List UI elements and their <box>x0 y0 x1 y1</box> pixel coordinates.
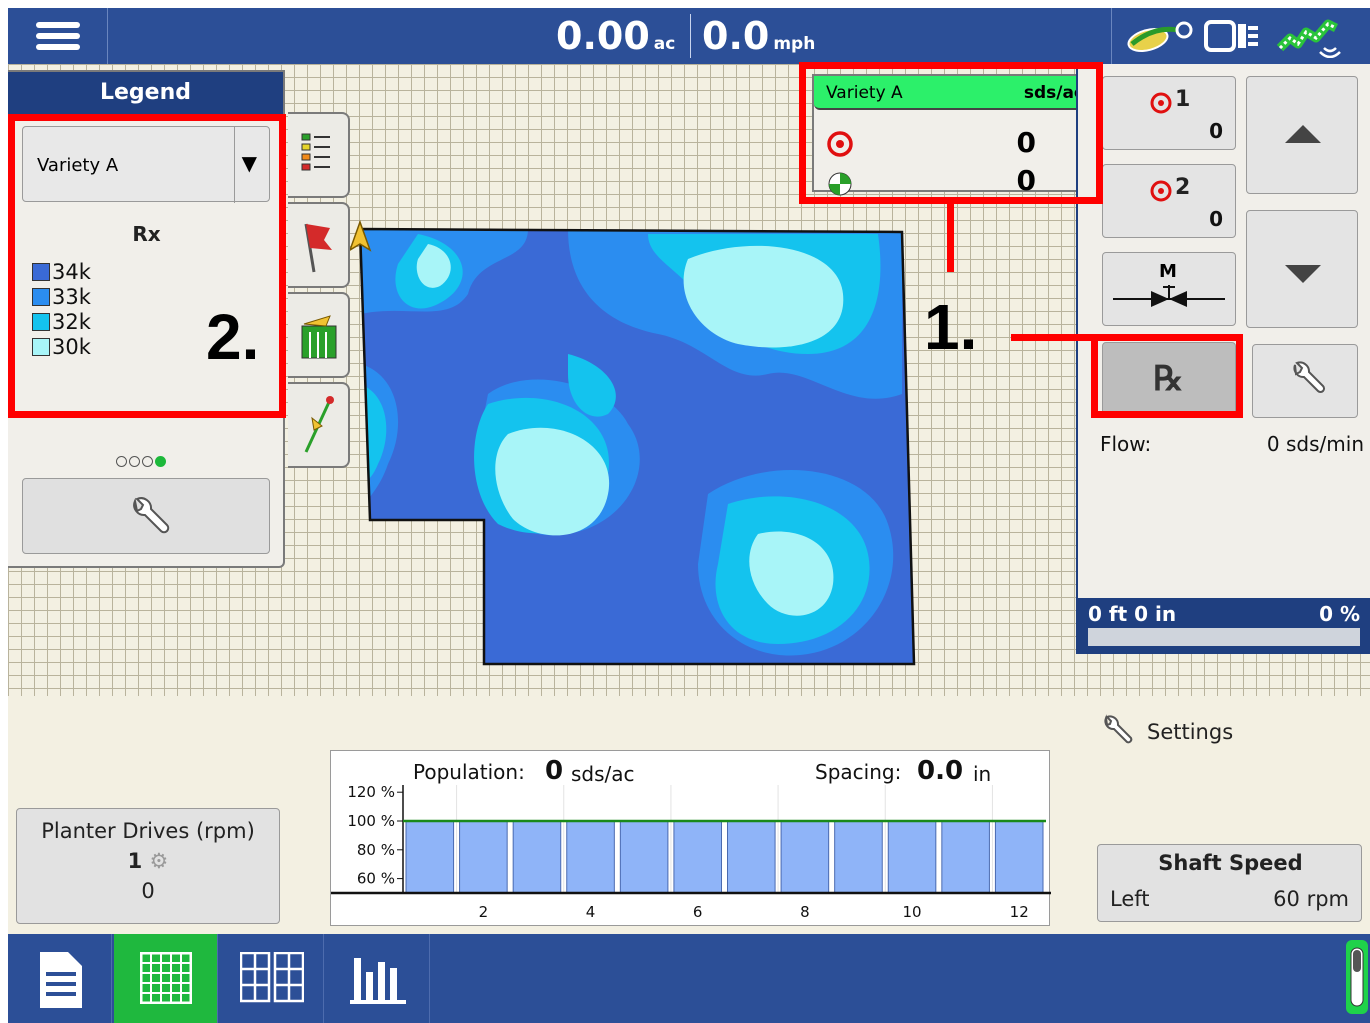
legend-title: Legend <box>8 72 283 114</box>
guidance-line-icon <box>304 396 334 453</box>
y-tick-label: 80 % <box>357 841 395 859</box>
flow-label: Flow: <box>1100 432 1152 456</box>
wrench-icon <box>1293 361 1326 394</box>
flow-value: 0 sds/min <box>1266 432 1364 456</box>
valve-icon <box>1113 285 1225 307</box>
top-bar: 0.00 ac 0.0 mph <box>8 8 1370 64</box>
map-layer-icon <box>301 315 337 359</box>
population-bar <box>941 820 990 894</box>
rate-up-button[interactable] <box>1246 76 1358 194</box>
distance-progress: 0 ft 0 in 0 % <box>1078 598 1370 654</box>
x-tick-label: 10 <box>902 903 921 921</box>
wrench-icon <box>133 497 170 534</box>
y-tick-label: 100 % <box>347 812 395 830</box>
y-tick-label: 60 % <box>357 870 395 888</box>
population-bar <box>459 820 508 894</box>
split-grid-icon <box>240 952 304 1003</box>
nav-chart-tab[interactable] <box>326 934 430 1023</box>
hamburger-menu-button[interactable] <box>8 8 108 64</box>
gear-icon: ⚙ <box>149 849 169 873</box>
area-readout: 0.00 ac <box>556 14 676 58</box>
arrow-down-icon <box>1285 265 1321 283</box>
grid-map-icon <box>140 952 192 1004</box>
target-rate-icon <box>1150 180 1172 202</box>
annotation-box-1b <box>1091 334 1243 418</box>
shaft-speed-button[interactable]: Shaft Speed Left 60 rpm <box>1097 844 1362 922</box>
speed-readout: 0.0 mph <box>702 14 816 58</box>
population-bar-chart: Population: 0 sds/ac Spacing: 0.0 in 120… <box>331 756 1051 921</box>
tab-guidance[interactable] <box>288 382 350 468</box>
population-bar <box>727 820 776 894</box>
population-bar <box>566 820 615 894</box>
engage-toggle[interactable] <box>1346 940 1368 1014</box>
population-bar <box>887 820 937 894</box>
population-label: Population: <box>413 760 525 784</box>
population-chart[interactable]: Population: 0 sds/ac Spacing: 0.0 in 120… <box>330 750 1051 926</box>
x-tick-label: 6 <box>693 903 703 921</box>
annotation-number-2: 2. <box>206 301 260 373</box>
gps-logo-icon[interactable] <box>1124 20 1196 54</box>
population-bar <box>673 820 722 894</box>
spacing-unit: in <box>973 762 991 786</box>
flag-icon <box>304 223 332 273</box>
population-unit: sds/ac <box>571 762 635 786</box>
spacing-label: Spacing: <box>815 760 901 784</box>
population-bar <box>619 820 669 894</box>
planter-drives-button[interactable]: Planter Drives (rpm) 1 ⚙ 0 <box>16 808 280 924</box>
nav-split-map-tab[interactable] <box>220 934 324 1023</box>
population-bar <box>994 820 1044 894</box>
product-settings-button[interactable] <box>1252 344 1358 418</box>
population-bar <box>780 820 830 894</box>
wrench-icon <box>1104 714 1133 744</box>
population-value: 0 <box>545 756 563 786</box>
legend-settings-button[interactable] <box>22 478 270 554</box>
arrow-up-icon <box>1285 125 1321 143</box>
annotation-box-1a <box>799 62 1103 204</box>
annotation-number-1: 1. <box>924 291 978 363</box>
satellite-signal-icon[interactable] <box>1276 14 1352 58</box>
settings-label[interactable]: Settings <box>1147 720 1233 744</box>
progress-track <box>1088 628 1360 646</box>
section-1-button[interactable]: 1 0 <box>1102 76 1236 150</box>
x-tick-label: 8 <box>800 903 810 921</box>
x-tick-label: 12 <box>1010 903 1029 921</box>
manual-valve-button[interactable]: M <box>1102 252 1236 326</box>
implement-status-icon[interactable] <box>1204 18 1260 54</box>
tab-map-layers[interactable] <box>288 292 350 378</box>
spacing-value: 0.0 <box>917 756 963 786</box>
rate-down-button[interactable] <box>1246 210 1358 328</box>
page-indicator[interactable] <box>116 452 168 471</box>
population-bar <box>512 820 562 894</box>
tab-legend[interactable] <box>288 112 350 198</box>
bar-chart-icon <box>350 958 406 1004</box>
nav-map-tab[interactable] <box>114 934 218 1023</box>
population-bar <box>405 820 455 894</box>
x-tick-label: 2 <box>479 903 489 921</box>
target-rate-icon <box>1150 92 1172 114</box>
nav-summary-tab[interactable] <box>8 934 112 1023</box>
toggle-switch-icon <box>1350 947 1364 1007</box>
menu-icon <box>36 22 80 28</box>
x-tick-label: 4 <box>586 903 596 921</box>
population-bar <box>834 820 883 894</box>
document-icon <box>40 952 82 1008</box>
section-2-button[interactable]: 2 0 <box>1102 164 1236 238</box>
tab-flags[interactable] <box>288 202 350 288</box>
y-tick-label: 120 % <box>347 783 395 801</box>
legend-list-icon <box>301 133 330 171</box>
bottom-nav-bar <box>8 934 1370 1023</box>
